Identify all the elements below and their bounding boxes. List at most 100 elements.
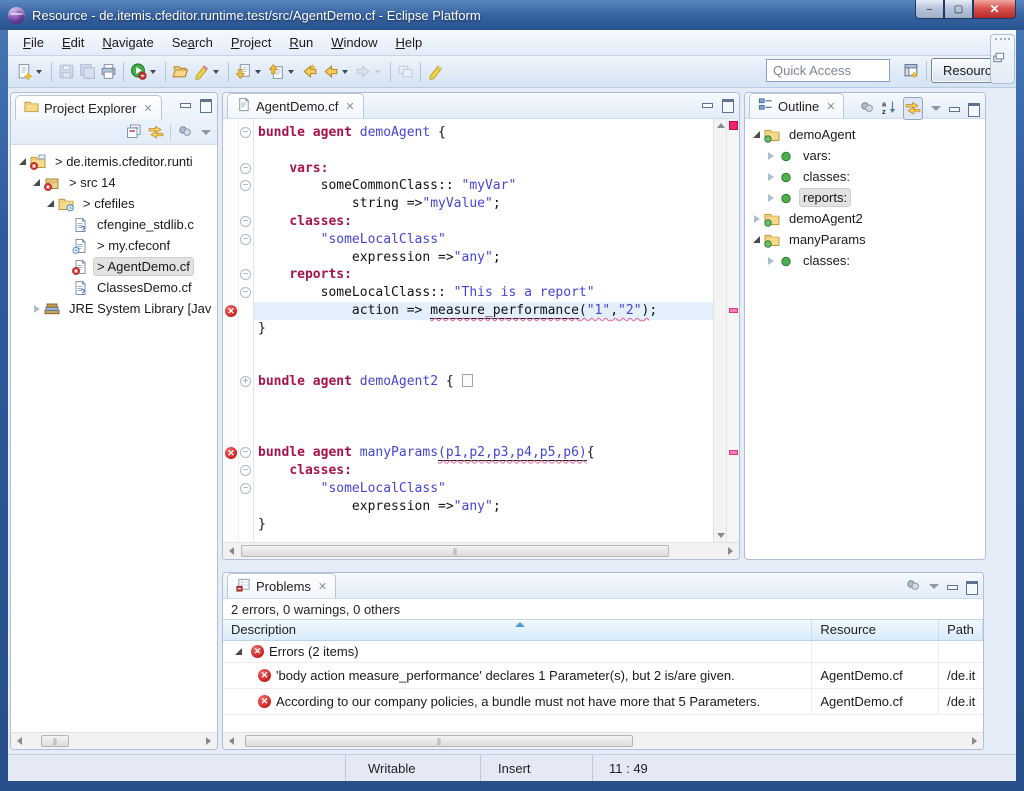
close-icon[interactable]: ✕ — [345, 100, 354, 113]
print-button[interactable] — [98, 60, 119, 84]
collapse-arrow-icon[interactable] — [43, 200, 58, 207]
code-line[interactable] — [254, 409, 713, 427]
overview-ruler[interactable] — [726, 119, 739, 542]
problems-table-header[interactable]: DescriptionResourcePath — [223, 620, 983, 641]
view-menu-icon[interactable] — [905, 577, 921, 596]
maximize-view-icon[interactable] — [199, 99, 212, 110]
new-wizard-button[interactable] — [14, 60, 47, 84]
outline-item[interactable]: classes: — [745, 166, 985, 187]
collapse-arrow-icon[interactable] — [749, 236, 764, 243]
view-menu-chevron-icon[interactable] — [199, 127, 212, 138]
editor-hscrollbar[interactable] — [223, 542, 739, 559]
collapse-arrow-icon[interactable] — [749, 131, 764, 138]
collapse-arrow-icon[interactable] — [29, 179, 44, 186]
editor-vscrollbar[interactable] — [713, 119, 726, 542]
close-icon[interactable]: ✕ — [143, 102, 152, 115]
project-explorer-item[interactable]: ?ClassesDemo.cf — [11, 277, 217, 298]
error-overview-indicator[interactable] — [729, 121, 738, 130]
minimize-view-icon[interactable] — [948, 103, 961, 114]
code-line[interactable]: reports: — [254, 266, 713, 284]
collapse-fold-icon[interactable]: − — [240, 180, 251, 191]
project-explorer-item[interactable]: JRE System Library [Jav — [11, 298, 217, 319]
project-explorer-hscrollbar[interactable] — [11, 732, 217, 749]
link-with-editor-icon[interactable] — [148, 123, 164, 142]
code-line[interactable] — [254, 355, 713, 373]
maximize-view-icon[interactable] — [965, 581, 978, 592]
collapse-fold-icon[interactable]: − — [240, 216, 251, 227]
outline-item[interactable]: manyParams — [745, 229, 985, 250]
project-explorer-item[interactable]: > de.itemis.cfeditor.runti — [11, 151, 217, 172]
expand-arrow-icon[interactable] — [763, 257, 778, 265]
error-marker-icon[interactable]: ✕ — [225, 305, 237, 317]
menu-window[interactable]: Window — [322, 32, 386, 53]
code-line[interactable]: someLocalClass:: "This is a report" — [254, 284, 713, 302]
minimize-view-icon[interactable] — [946, 581, 959, 592]
last-edit-button[interactable] — [299, 60, 320, 84]
column-header-resource[interactable]: Resource — [812, 620, 939, 640]
collapse-fold-icon[interactable]: − — [240, 465, 251, 476]
code-line[interactable]: "someLocalClass" — [254, 480, 713, 498]
error-overview-mark[interactable] — [729, 308, 738, 313]
close-icon[interactable]: ✕ — [826, 100, 835, 113]
collapse-arrow-icon[interactable] — [15, 158, 30, 165]
code-line[interactable]: bundle agent demoAgent { — [254, 124, 713, 142]
title-bar[interactable]: Resource - de.itemis.cfeditor.runtime.te… — [0, 0, 1024, 30]
link-editor-button[interactable] — [395, 60, 416, 84]
code-line[interactable]: bundle agent demoAgent2 { — [254, 373, 713, 391]
problems-hscrollbar[interactable] — [223, 732, 983, 749]
marker-button[interactable] — [191, 60, 224, 84]
save-all-button[interactable] — [77, 60, 98, 84]
project-explorer-item[interactable]: > my.cfeconf — [11, 235, 217, 256]
code-line[interactable]: expression =>"any"; — [254, 498, 713, 516]
link-with-editor-icon[interactable] — [903, 97, 923, 120]
next-annotation-button[interactable] — [233, 60, 266, 84]
minimized-view-bar[interactable] — [990, 34, 1015, 84]
view-menu-chevron-icon[interactable] — [927, 581, 940, 592]
menu-navigate[interactable]: Navigate — [93, 32, 162, 53]
view-menu-icon[interactable] — [859, 99, 875, 118]
collapse-all-icon[interactable] — [126, 123, 142, 142]
outline-item[interactable]: classes: — [745, 250, 985, 271]
quick-access-input[interactable] — [766, 59, 890, 82]
collapse-fold-icon[interactable]: − — [240, 483, 251, 494]
collapse-arrow-icon[interactable] — [231, 648, 246, 655]
maximize-view-icon[interactable] — [967, 103, 980, 114]
close-button[interactable]: ✕ — [973, 0, 1016, 19]
code-line[interactable] — [254, 338, 713, 356]
error-annotation-ruler[interactable]: ✕✕ — [223, 119, 239, 542]
menu-search[interactable]: Search — [163, 32, 222, 53]
dropdown-arrow-icon[interactable] — [342, 70, 348, 74]
project-explorer-item[interactable]: > cfefiles — [11, 193, 217, 214]
code-line[interactable]: vars: — [254, 160, 713, 178]
error-overview-mark[interactable] — [729, 450, 738, 455]
menu-file[interactable]: File — [14, 32, 53, 53]
code-line[interactable] — [254, 391, 713, 409]
outline-tab[interactable]: Outline ✕ — [749, 93, 844, 118]
close-icon[interactable]: ✕ — [318, 580, 327, 593]
collapse-fold-icon[interactable]: − — [240, 127, 251, 138]
menu-help[interactable]: Help — [386, 32, 431, 53]
code-line[interactable]: someCommonClass:: "myVar" — [254, 177, 713, 195]
collapse-fold-icon[interactable]: − — [240, 447, 251, 458]
folded-region-icon[interactable] — [462, 374, 473, 387]
dropdown-arrow-icon[interactable] — [36, 70, 42, 74]
outline-item[interactable]: reports: — [745, 187, 985, 208]
expand-fold-icon[interactable]: + — [240, 376, 251, 387]
project-explorer-tab[interactable]: Project Explorer ✕ — [15, 95, 162, 120]
code-line[interactable]: classes: — [254, 213, 713, 231]
project-explorer-item[interactable]: > AgentDemo.cf — [11, 256, 217, 277]
menu-run[interactable]: Run — [280, 32, 322, 53]
dropdown-arrow-icon[interactable] — [150, 70, 156, 74]
code-line[interactable]: } — [254, 516, 713, 534]
minimize-view-icon[interactable] — [179, 99, 192, 110]
problems-group-row[interactable]: ✕Errors (2 items) — [223, 641, 983, 663]
collapse-fold-icon[interactable]: − — [240, 269, 251, 280]
problems-error-row[interactable]: ✕According to our company policies, a bu… — [223, 689, 983, 715]
code-line[interactable] — [254, 142, 713, 160]
folding-ruler[interactable]: −−−−−−−+−−− — [239, 119, 254, 542]
prev-annotation-button[interactable] — [266, 60, 299, 84]
column-header-path[interactable]: Path — [939, 620, 983, 640]
dropdown-arrow-icon[interactable] — [375, 70, 381, 74]
code-line[interactable]: action => measure_performance("1","2"); — [254, 302, 713, 320]
dropdown-arrow-icon[interactable] — [288, 70, 294, 74]
